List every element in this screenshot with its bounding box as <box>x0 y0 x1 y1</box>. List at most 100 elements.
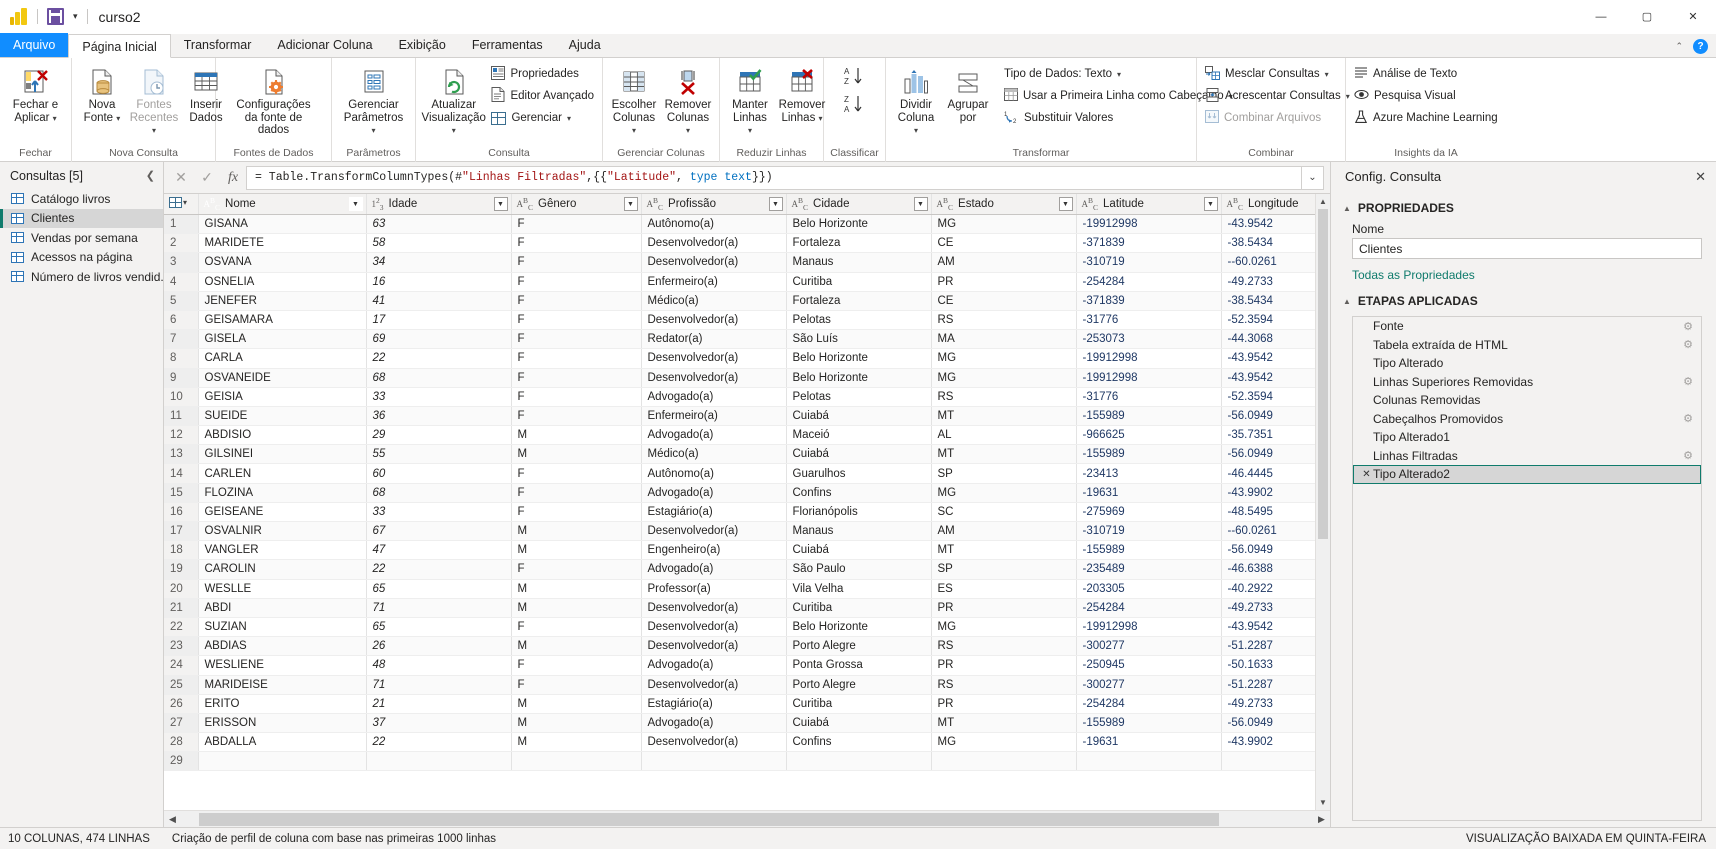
cell-nome[interactable]: ABDI <box>198 598 367 618</box>
cell-idade[interactable]: 41 <box>366 291 512 311</box>
column-header-profissao[interactable]: ABC Profissão ▼ <box>641 194 787 215</box>
save-icon[interactable] <box>47 8 64 25</box>
column-header-longitude[interactable]: ABC Longitude ▼ <box>1221 194 1315 215</box>
tab-exibicao[interactable]: Exibição <box>386 33 459 57</box>
cell-longitude[interactable]: -56.0949 <box>1221 713 1315 734</box>
tab-transformar[interactable]: Transformar <box>171 33 265 57</box>
cell-profissao[interactable]: Desenvolvedor(a) <box>641 368 787 388</box>
row-number[interactable]: 20 <box>164 579 199 599</box>
applied-step[interactable]: Linhas Filtradas ⚙ <box>1353 447 1701 466</box>
gear-icon[interactable]: ⚙ <box>1683 338 1693 351</box>
row-number[interactable]: 3 <box>164 252 199 273</box>
cell-longitude[interactable]: -56.0949 <box>1221 444 1315 465</box>
cell-nome[interactable]: CAROLIN <box>198 559 367 580</box>
cell-latitude[interactable]: -155989 <box>1076 444 1222 465</box>
cell-latitude[interactable]: -254284 <box>1076 272 1222 292</box>
cell-profissao[interactable] <box>641 751 787 772</box>
cell-idade[interactable]: 65 <box>366 579 512 599</box>
gear-icon[interactable]: ⚙ <box>1683 320 1693 333</box>
cell-genero[interactable]: F <box>511 214 642 235</box>
chevron-down-icon[interactable]: ▾ <box>452 126 456 135</box>
column-filter-button[interactable]: ▼ <box>1058 197 1073 211</box>
cell-longitude[interactable]: -49.2733 <box>1221 272 1315 292</box>
row-number[interactable]: 7 <box>164 329 199 350</box>
cell-latitude[interactable]: -203305 <box>1076 579 1222 599</box>
vision-button[interactable]: Pesquisa Visual <box>1351 87 1501 105</box>
table-row[interactable]: 19 CAROLIN 22 F Advogado(a) São Paulo SP -23548… <box>164 559 1315 580</box>
cell-estado[interactable]: MG <box>931 483 1077 503</box>
cell-nome[interactable]: GILSINEI <box>198 444 367 465</box>
cell-nome[interactable]: GEISIA <box>198 387 367 407</box>
close-button[interactable]: ✕ <box>1670 0 1716 34</box>
row-number[interactable]: 11 <box>164 406 199 427</box>
cell-idade[interactable]: 34 <box>366 252 512 273</box>
table-row[interactable]: 10 GEISIA 33 F Advogado(a) Pelotas RS -31776 -52… <box>164 387 1315 407</box>
cell-profissao[interactable]: Enfermeiro(a) <box>641 406 787 427</box>
cell-cidade[interactable]: Pelotas <box>786 310 932 331</box>
cell-latitude[interactable]: -23413 <box>1076 463 1222 484</box>
row-number[interactable]: 10 <box>164 387 199 407</box>
column-header-latitude[interactable]: ABC Latitude ▼ <box>1076 194 1222 215</box>
vscroll-track[interactable] <box>1316 209 1330 795</box>
cell-estado[interactable]: MT <box>931 540 1077 561</box>
cell-latitude[interactable]: -250945 <box>1076 655 1222 676</box>
cell-profissao[interactable]: Professor(a) <box>641 579 787 599</box>
cell-estado[interactable]: PR <box>931 272 1077 292</box>
cell-estado[interactable]: PR <box>931 694 1077 714</box>
cell-nome[interactable]: ERISSON <box>198 713 367 734</box>
all-properties-link[interactable]: Todas as Propriedades <box>1331 259 1716 284</box>
column-header-nome[interactable]: ABC Nome ▼ <box>198 194 367 215</box>
cell-profissao[interactable]: Estagiário(a) <box>641 694 787 714</box>
applied-step[interactable]: Fonte ⚙ <box>1353 317 1701 336</box>
cell-cidade[interactable]: Belo Horizonte <box>786 348 932 369</box>
cell-latitude[interactable]: -155989 <box>1076 540 1222 561</box>
cell-estado[interactable] <box>931 751 1077 772</box>
column-filter-button[interactable]: ▼ <box>1203 197 1218 211</box>
table-row[interactable]: 17 OSVALNIR 67 M Desenvolvedor(a) Manaus AM -31… <box>164 521 1315 542</box>
gear-icon[interactable]: ⚙ <box>1683 449 1693 462</box>
formula-input[interactable]: = Table.TransformColumnTypes(#"Linhas Fi… <box>246 165 1302 190</box>
cell-profissao[interactable]: Advogado(a) <box>641 559 787 580</box>
cell-genero[interactable]: F <box>511 559 642 580</box>
cell-profissao[interactable]: Desenvolvedor(a) <box>641 598 787 618</box>
chevron-down-icon[interactable]: ▾ <box>152 126 156 135</box>
formula-cancel-button[interactable]: ✕ <box>168 166 194 190</box>
cell-nome[interactable]: MARIDEISE <box>198 675 367 695</box>
merge-queries-button[interactable]: Mesclar Consultas ▾ <box>1202 65 1353 83</box>
cell-genero[interactable]: M <box>511 636 642 657</box>
cell-latitude[interactable]: -19631 <box>1076 732 1222 753</box>
table-row[interactable]: 12 ABDISIO 29 M Advogado(a) Maceió AL -966625 -3… <box>164 425 1315 446</box>
table-row[interactable]: 2 MARIDETE 58 F Desenvolvedor(a) Fortaleza CE -… <box>164 233 1315 254</box>
choose-columns-button[interactable]: Escolher Colunas ▾ <box>608 62 660 138</box>
cell-estado[interactable]: CE <box>931 291 1077 311</box>
cell-estado[interactable]: MA <box>931 329 1077 350</box>
cell-profissao[interactable]: Enfermeiro(a) <box>641 272 787 292</box>
cell-profissao[interactable]: Desenvolvedor(a) <box>641 233 787 254</box>
cell-nome[interactable]: CARLA <box>198 348 367 369</box>
cell-cidade[interactable]: Porto Alegre <box>786 636 932 657</box>
cell-latitude[interactable]: -300277 <box>1076 636 1222 657</box>
cell-nome[interactable]: OSVALNIR <box>198 521 367 542</box>
query-item-numero-de-livros-vendidos[interactable]: Número de livros vendid... <box>0 267 163 287</box>
cell-profissao[interactable]: Advogado(a) <box>641 483 787 503</box>
tab-arquivo[interactable]: Arquivo <box>0 33 69 57</box>
cell-genero[interactable]: F <box>511 233 642 254</box>
cell-profissao[interactable]: Advogado(a) <box>641 425 787 446</box>
column-header-estado[interactable]: ABC Estado ▼ <box>931 194 1077 215</box>
column-filter-button[interactable]: ▼ <box>493 197 508 211</box>
azure-ml-button[interactable]: Azure Machine Learning <box>1351 109 1501 127</box>
cell-estado[interactable]: CE <box>931 233 1077 254</box>
cell-cidade[interactable]: Pelotas <box>786 387 932 407</box>
cell-idade[interactable]: 22 <box>366 732 512 753</box>
cell-idade[interactable]: 71 <box>366 675 512 695</box>
chevron-down-icon[interactable]: ▾ <box>1117 70 1121 79</box>
cell-cidade[interactable] <box>786 751 932 772</box>
combine-files-button[interactable]: Combinar Arquivos <box>1202 109 1353 127</box>
cell-profissao[interactable]: Advogado(a) <box>641 387 787 407</box>
cell-cidade[interactable]: São Paulo <box>786 559 932 580</box>
cell-longitude[interactable]: -43.9542 <box>1221 617 1315 638</box>
cell-genero[interactable]: M <box>511 732 642 753</box>
tab-ferramentas[interactable]: Ferramentas <box>459 33 556 57</box>
cell-longitude[interactable]: -43.9542 <box>1221 214 1315 235</box>
cell-latitude[interactable]: -310719 <box>1076 521 1222 542</box>
